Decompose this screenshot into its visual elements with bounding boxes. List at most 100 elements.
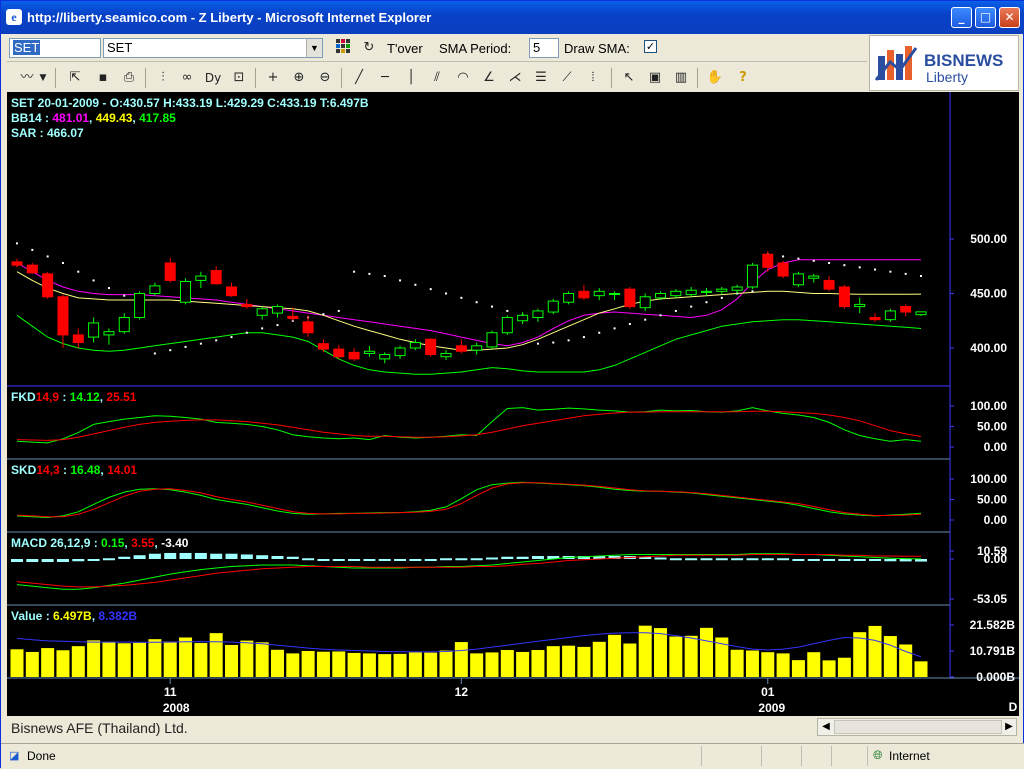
skd-label: SKD14,3 : 16.48, 14.01 (11, 463, 137, 477)
tover-label[interactable]: T'over (387, 41, 423, 56)
svg-text:BISNEWS: BISNEWS (924, 51, 1003, 70)
sar-dot (920, 274, 922, 277)
channel-icon[interactable]: ⫽ (427, 68, 447, 88)
candle-body (379, 354, 391, 360)
sar-dot (828, 261, 831, 264)
window-title: http://liberty.seamico.com - Z Liberty -… (27, 10, 432, 25)
draw-sma-checkbox[interactable]: ✓ (644, 40, 657, 53)
help-icon[interactable]: ? (733, 68, 753, 88)
indicator-icon[interactable]: ⫶ (153, 68, 173, 88)
print-icon[interactable]: ⎙ (119, 68, 139, 88)
value-bar (87, 640, 101, 677)
scroll-left-icon[interactable]: ◀ (819, 720, 833, 734)
macd-histogram-bar (210, 553, 223, 559)
separator (145, 68, 146, 88)
candle-body (900, 306, 912, 313)
save-icon[interactable]: ▪ (93, 68, 113, 88)
macd-histogram-bar (256, 555, 269, 559)
page-icon: ◪ (9, 750, 20, 762)
dy-icon[interactable]: Dy (203, 68, 223, 88)
sar-dot (261, 327, 264, 330)
candle-body (578, 290, 590, 299)
sar-dot (506, 309, 509, 312)
symbol-input[interactable]: SET (9, 38, 101, 58)
macd-histogram-bar (26, 559, 39, 563)
trend-line-icon[interactable]: ╱ (349, 68, 369, 88)
delete-all-icon[interactable]: ▥ (671, 68, 691, 88)
select-arrow-icon[interactable]: ↖ (619, 68, 639, 88)
crosshair-icon[interactable]: + (263, 68, 283, 88)
arc-icon[interactable]: ◠ (453, 68, 473, 88)
macd-histogram-bar (179, 552, 192, 559)
chart-area[interactable]: 500.00 450.00 400.00 SET 20-01-2009 - O:430… (7, 92, 1019, 716)
separator (611, 68, 612, 88)
candle-body (118, 316, 130, 333)
candle-body (26, 264, 38, 274)
status-pane (801, 746, 802, 766)
maximize-button[interactable]: □ (975, 7, 996, 28)
sar-dot (843, 264, 846, 267)
macd-histogram-bar (102, 558, 115, 561)
ie-window: e http://liberty.seamico.com - Z Liberty… (0, 0, 1024, 769)
chevron-down-icon[interactable]: ▼ (306, 39, 322, 57)
resize-icon[interactable]: ⊡ (229, 68, 249, 88)
chart-svg[interactable]: 500.00 450.00 400.00 SET 20-01-2009 - O:430… (7, 92, 1019, 716)
value-bar (822, 660, 836, 677)
macd-histogram-bar (777, 558, 790, 561)
sma-period-input[interactable]: 5 (529, 38, 559, 58)
candle-body (547, 300, 559, 313)
sar-dot (31, 248, 34, 251)
value-bar (148, 639, 162, 677)
chain-icon[interactable]: ∞ (177, 68, 197, 88)
scroll-thumb[interactable] (834, 720, 1002, 734)
macd-histogram-bar (332, 559, 345, 561)
y-tick-label: 100.00 (970, 472, 1007, 486)
value-bar (225, 644, 239, 677)
candle-body (241, 303, 253, 308)
symbol-select[interactable]: SET ▼ (103, 38, 323, 58)
speed-line-icon[interactable]: ⋌ (505, 68, 525, 88)
gann-fan-icon[interactable]: ⟋ (557, 68, 577, 88)
refresh-icon[interactable]: ↻ (359, 38, 379, 58)
zoom-in-icon[interactable]: ⊕ (289, 68, 309, 88)
vertical-line-icon[interactable]: │ (401, 68, 421, 88)
sar-dot (582, 336, 585, 339)
x-year-label: 2008 (163, 701, 190, 715)
macd-histogram-bar (87, 559, 100, 561)
delete-icon[interactable]: ▣ (645, 68, 665, 88)
sar-dot (399, 279, 402, 282)
status-pane (761, 746, 762, 766)
line-chart-icon[interactable]: 〰 (17, 68, 37, 88)
macd-label: MACD 26,12,9 : 0.15, 3.55, -3.40 (11, 536, 189, 550)
status-zone: Internet (889, 749, 930, 763)
chart-type-dropdown-icon[interactable]: ▼ (37, 68, 49, 88)
candle-body (88, 322, 100, 338)
scroll-right-icon[interactable]: ▶ (1002, 720, 1016, 734)
candle-body (854, 303, 866, 308)
candle-body (532, 310, 544, 318)
value-bar (102, 641, 116, 677)
ie-logo-icon: e (6, 9, 22, 25)
cycle-icon[interactable]: ⦙ (583, 68, 603, 88)
candle-body (348, 351, 360, 360)
fan-icon[interactable]: ∠ (479, 68, 499, 88)
close-button[interactable]: ✕ (999, 7, 1020, 28)
value-bar (347, 652, 361, 677)
bisnews-logo-image: BISNEWS Liberty (874, 46, 1003, 85)
value-bar (730, 649, 744, 677)
color-grid-icon[interactable] (333, 38, 353, 58)
macd-histogram-bar (869, 559, 882, 561)
export-icon[interactable]: ⇱ (65, 68, 85, 88)
macd-histogram-bar (823, 559, 836, 561)
hand-icon[interactable]: ✋ (705, 68, 725, 88)
horizontal-line-icon[interactable]: ─ (375, 68, 395, 88)
horizontal-scrollbar[interactable]: ◀ ▶ (817, 718, 1017, 736)
zoom-out-icon[interactable]: ⊖ (315, 68, 335, 88)
candle-body (563, 293, 575, 303)
value-bar (623, 643, 637, 677)
sar-dot (858, 266, 861, 269)
minimize-button[interactable]: _ (951, 7, 972, 28)
macd-histogram-bar (792, 559, 805, 561)
fibonacci-icon[interactable]: ☰ (531, 68, 551, 88)
candle-body (256, 308, 268, 316)
